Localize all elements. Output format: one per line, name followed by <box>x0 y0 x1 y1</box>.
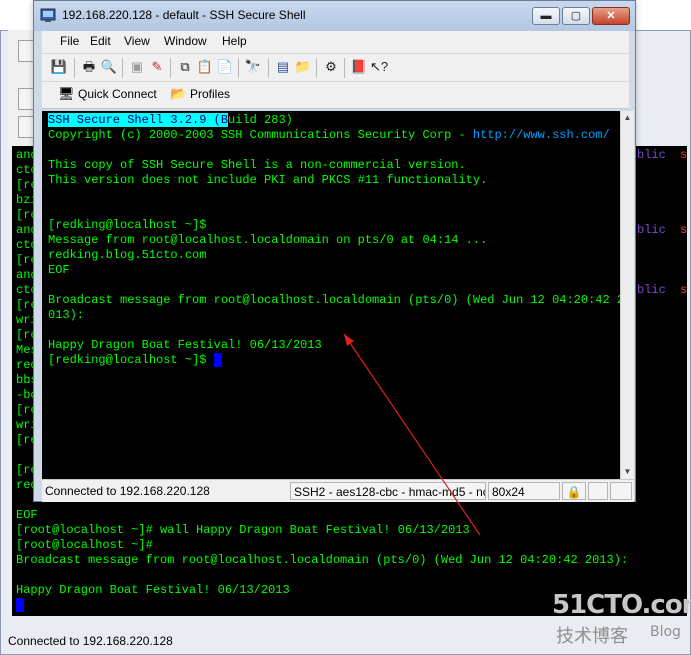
toolbar-separator <box>268 58 269 78</box>
bg-terminal-line: EOF <box>16 508 38 522</box>
disconnect-icon[interactable]: ▣ <box>128 58 146 76</box>
new-terminal-icon[interactable]: ▤ <box>274 58 292 76</box>
menu-view[interactable]: View <box>124 34 150 48</box>
window-title: 192.168.220.128 - default - SSH Secure S… <box>62 8 306 22</box>
print-icon[interactable]: 🖶 <box>80 58 98 76</box>
terminal-line: Broadcast message from root@localhost.lo… <box>48 293 620 307</box>
connection-status: Connected to 192.168.220.128 <box>45 484 210 498</box>
watermark-logo: 51CTO.com <box>552 590 691 620</box>
scroll-up-arrow-icon[interactable]: ▲ <box>621 111 634 125</box>
terminal-line: Message from root@localhost.localdomain … <box>48 233 488 247</box>
terminal-line: This copy of SSH Secure Shell is a non-c… <box>48 158 466 172</box>
bg-right-fragment: s <box>680 148 687 162</box>
ssh-app-icon <box>40 8 56 22</box>
cipher-status: SSH2 - aes128-cbc - hmac-md5 - nc <box>290 482 486 500</box>
paste-icon[interactable]: 📋 <box>196 58 214 76</box>
bg-right-fragment: blic <box>637 283 666 297</box>
toolbar-separator <box>170 58 171 78</box>
terminal-line: redking.blog.51cto.com <box>48 248 207 262</box>
toolbar-separator <box>74 58 75 78</box>
title-bar[interactable]: 192.168.220.128 - default - SSH Secure S… <box>34 1 635 31</box>
copy-icon[interactable]: ⧉ <box>176 58 194 76</box>
minimize-button[interactable]: ▬ <box>532 7 560 25</box>
quick-connect-button[interactable]: Quick Connect <box>78 87 157 101</box>
paste-special-icon[interactable]: 📄 <box>216 58 234 76</box>
file-transfer-icon[interactable]: 📁 <box>294 58 312 76</box>
find-icon[interactable]: 🔭 <box>244 58 262 76</box>
ssh-website-link[interactable]: http://www.ssh.com/ <box>473 128 610 142</box>
settings-icon[interactable]: ⚙ <box>322 58 340 76</box>
ssh-secure-shell-window: 192.168.220.128 - default - SSH Secure S… <box>33 0 636 502</box>
bg-right-fragment: s <box>680 283 687 297</box>
status-bar: Connected to 192.168.220.128 SSH2 - aes1… <box>42 479 634 502</box>
save-icon[interactable]: 💾 <box>50 58 68 76</box>
terminal-line: 013): <box>48 308 85 322</box>
terminal-prompt: [redking@localhost ~]$ <box>48 353 222 367</box>
scroll-down-arrow-icon[interactable]: ▼ <box>621 465 634 479</box>
help-book-icon[interactable]: 📕 <box>350 58 368 76</box>
main-toolbar: 💾 🖶 🔍 ▣ ✎ ⧉ 📋 📄 🔭 ▤ 📁 ⚙ 📕 ↖? <box>42 53 629 82</box>
bg-right-fragment: s <box>680 223 687 237</box>
watermark-subtitle: 技术博客 <box>556 626 628 647</box>
bg-right-fragment: blic <box>637 223 666 237</box>
terminal-size: 80x24 <box>488 482 560 500</box>
toolbar-separator <box>316 58 317 78</box>
terminal-prompt: [redking@localhost ~]$ <box>48 218 207 232</box>
bg-terminal-line: Happy Dragon Boat Festival! 06/13/2013 <box>16 583 290 597</box>
bg-terminal-line: Broadcast message from root@localhost.lo… <box>16 553 629 567</box>
maximize-button[interactable]: ▢ <box>562 7 590 25</box>
menu-file[interactable]: File <box>60 34 79 48</box>
menu-edit[interactable]: Edit <box>90 34 111 48</box>
terminal-line: EOF <box>48 263 70 277</box>
bg-right-fragment: blic <box>637 148 666 162</box>
terminal-line: Happy Dragon Boat Festival! 06/13/2013 <box>48 338 322 352</box>
terminal-line: This version does not include PKI and PK… <box>48 173 488 187</box>
vertical-scrollbar[interactable]: ▲ ▼ <box>620 111 634 479</box>
close-button[interactable]: ✕ <box>592 7 630 25</box>
terminal-screen[interactable]: SSH Secure Shell 3.2.9 (Build 283) Copyr… <box>42 111 620 479</box>
profiles-button[interactable]: Profiles <box>190 87 230 101</box>
menu-window[interactable]: Window <box>164 34 207 48</box>
quick-connect-icon[interactable]: 🖥 <box>58 86 75 102</box>
bg-terminal-line: [root@localhost ~]# <box>16 538 153 552</box>
resize-grip-icon[interactable] <box>610 482 632 500</box>
toolbar-separator <box>122 58 123 78</box>
status-pane <box>588 482 608 500</box>
profiles-toolbar: 🖥 Quick Connect 📂 Profiles <box>42 81 629 109</box>
terminal-banner: SSH Secure Shell 3.2.9 (Build 283) <box>48 113 293 127</box>
terminal-copyright: Copyright (c) 2000-2003 SSH Communicatio… <box>48 128 610 142</box>
terminal-cursor <box>213 353 222 367</box>
context-help-icon[interactable]: ↖? <box>370 58 388 76</box>
menu-bar: File Edit View Window Help <box>42 31 629 53</box>
lock-icon: 🔒 <box>562 482 586 500</box>
connect-icon[interactable]: ✎ <box>148 58 166 76</box>
toolbar-separator <box>344 58 345 78</box>
toolbar-separator <box>238 58 239 78</box>
profiles-folder-icon[interactable]: 📂 <box>170 86 186 102</box>
bg-terminal-cursor <box>16 598 24 612</box>
bg-terminal-line: [root@localhost ~]# wall Happy Dragon Bo… <box>16 523 470 537</box>
menu-help[interactable]: Help <box>222 34 247 48</box>
print-preview-icon[interactable]: 🔍 <box>100 58 118 76</box>
watermark-blog: Blog <box>650 624 681 640</box>
